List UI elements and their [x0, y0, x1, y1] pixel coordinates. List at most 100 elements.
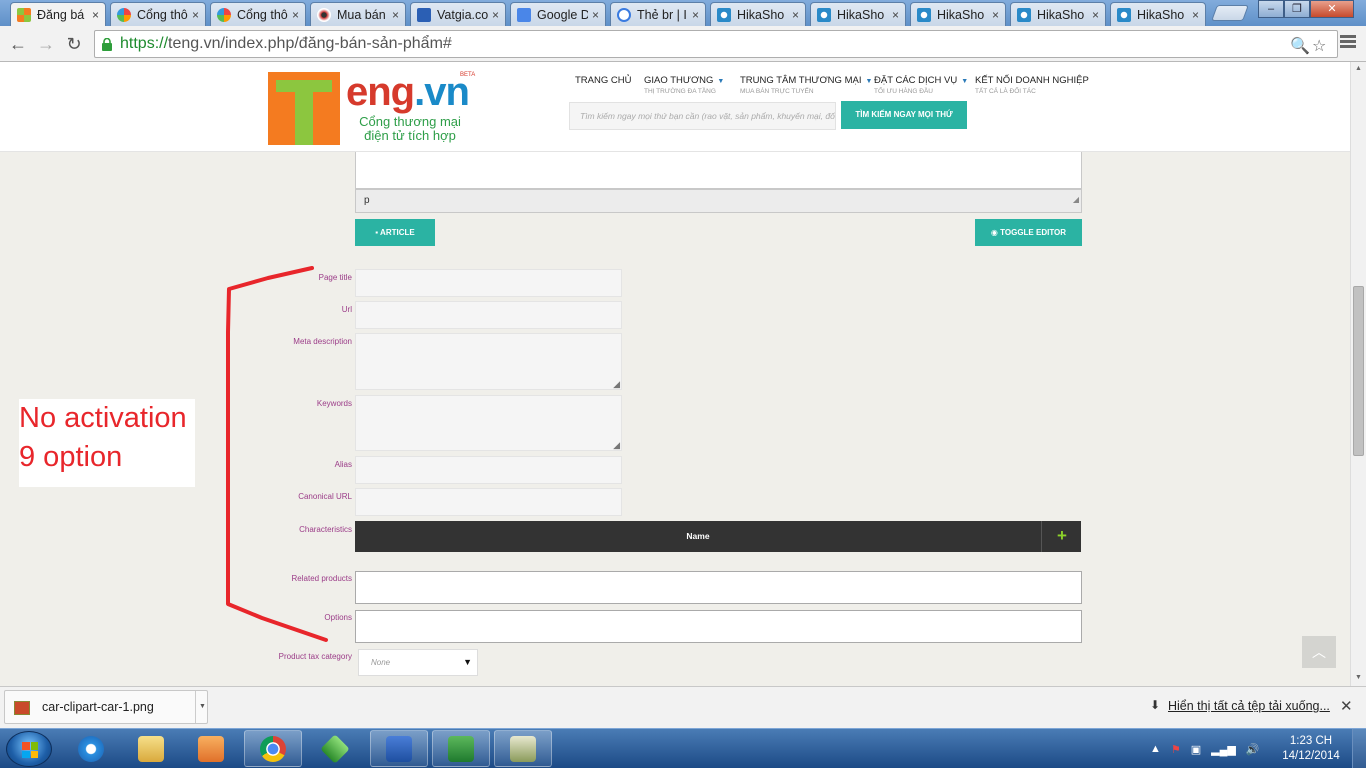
start-button[interactable]	[6, 731, 52, 767]
tab-close-icon[interactable]: ×	[892, 8, 899, 22]
tab-close-icon[interactable]: ×	[1092, 8, 1099, 22]
minimize-button[interactable]: –	[1258, 0, 1284, 18]
tab-cong-thuong-2[interactable]: Cổng thô ×	[210, 2, 306, 26]
system-tray: ▲ ⚑ ▣ ▂▄▆ 🔊	[1150, 729, 1260, 768]
close-downloads-bar-icon[interactable]: ✕	[1340, 697, 1353, 715]
downloads-bar: car-clipart-car-1.png ▼ ⬇ Hiển thị tất c…	[0, 686, 1366, 728]
back-arrow-icon[interactable]: ←	[6, 32, 30, 56]
scrollbar-thumb[interactable]	[1353, 286, 1364, 456]
tab-close-icon[interactable]: ×	[392, 8, 399, 22]
word-icon	[386, 735, 412, 762]
annotation-line-1: No activation	[19, 402, 187, 434]
close-window-button[interactable]: ✕	[1310, 0, 1354, 18]
teng-favicon-icon	[17, 7, 31, 22]
red-bracket-annotation	[226, 266, 328, 642]
tab-google-dich[interactable]: Google D ×	[510, 2, 606, 26]
tab-title: HikaSho	[1137, 7, 1185, 22]
show-hidden-icons-icon[interactable]: ▲	[1150, 743, 1161, 755]
show-desktop-button[interactable]	[1352, 729, 1366, 768]
media-player-icon	[198, 735, 224, 762]
tab-close-icon[interactable]: ×	[692, 8, 699, 22]
taskbar-chrome[interactable]	[244, 730, 302, 767]
hikashop-favicon-icon	[1017, 7, 1031, 22]
excel-icon	[448, 735, 474, 762]
tab-vatgia[interactable]: Vatgia.co ×	[410, 2, 506, 26]
windows-taskbar: ▲ ⚑ ▣ ▂▄▆ 🔊 1:23 CH 14/12/2014	[0, 728, 1366, 768]
scroll-up-icon[interactable]: ▲	[1355, 65, 1362, 72]
download-manager-icon	[320, 733, 350, 764]
zoom-icon[interactable]: 🔍	[1290, 36, 1310, 56]
signal-icon[interactable]: ▂▄▆	[1211, 743, 1236, 756]
network-error-icon[interactable]: ⚑	[1171, 743, 1181, 756]
chrome-menu-icon[interactable]	[1340, 35, 1356, 51]
tab-hikashop-3[interactable]: HikaSho ×	[910, 2, 1006, 26]
taskbar-idm[interactable]	[306, 730, 364, 767]
tab-mua-ban[interactable]: Mua bán ×	[310, 2, 406, 26]
internet-explorer-icon	[78, 735, 104, 762]
taskbar-excel[interactable]	[432, 730, 490, 767]
volume-icon[interactable]: 🔊	[1246, 743, 1260, 756]
maximize-button[interactable]: ❐	[1284, 0, 1310, 18]
hikashop-favicon-icon	[817, 7, 831, 22]
window-controls: – ❐ ✕	[1258, 0, 1354, 18]
taskbar-tool[interactable]	[494, 730, 552, 767]
tab-title: HikaSho	[837, 7, 885, 22]
tab-dang-ban[interactable]: Đăng bá ×	[10, 2, 106, 26]
taskbar-word[interactable]	[370, 730, 428, 767]
page-scrollbar[interactable]: ▲ ▼	[1350, 62, 1366, 686]
chrome-icon	[260, 735, 286, 762]
lock-icon	[102, 38, 112, 51]
tab-the-br[interactable]: Thẻ br | I ×	[610, 2, 706, 26]
url-path: teng.vn/index.php/đăng-bán-sản-phẩm#	[168, 35, 452, 52]
g-favicon-icon	[617, 7, 631, 22]
joomla-favicon-icon	[117, 7, 131, 22]
clock-date: 14/12/2014	[1282, 750, 1340, 762]
address-bar[interactable]: https://teng.vn/index.php/đăng-bán-sản-p…	[94, 30, 1338, 58]
taskbar-media-player[interactable]	[182, 730, 240, 767]
download-menu-icon[interactable]: ▼	[195, 691, 209, 723]
taskbar-clock[interactable]: 1:23 CH 14/12/2014	[1278, 734, 1344, 764]
scroll-down-icon[interactable]: ▼	[1355, 674, 1362, 681]
tab-close-icon[interactable]: ×	[492, 8, 499, 22]
tab-title: Đăng bá	[37, 7, 85, 22]
tab-title: Google D	[537, 7, 588, 22]
tab-cong-thuong-1[interactable]: Cổng thô ×	[110, 2, 206, 26]
tab-title: Cổng thô	[237, 7, 288, 22]
taskbar-file-explorer[interactable]	[122, 730, 180, 767]
forward-arrow-icon[interactable]: →	[34, 32, 58, 56]
tab-close-icon[interactable]: ×	[992, 8, 999, 22]
tab-hikashop-2[interactable]: HikaSho ×	[810, 2, 906, 26]
download-file-name: car-clipart-car-1.png	[42, 700, 154, 714]
taskbar-internet-explorer[interactable]	[62, 730, 120, 767]
tab-close-icon[interactable]: ×	[792, 8, 799, 22]
tab-title: Thẻ br | I	[637, 7, 687, 22]
tab-close-icon[interactable]: ×	[192, 8, 199, 22]
back-to-top-button[interactable]: ︿	[1302, 636, 1336, 668]
tab-hikashop-1[interactable]: HikaSho ×	[710, 2, 806, 26]
tab-close-icon[interactable]: ×	[92, 8, 99, 22]
tab-title: HikaSho	[737, 7, 785, 22]
tab-close-icon[interactable]: ×	[1192, 8, 1199, 22]
tab-title: HikaSho	[1037, 7, 1085, 22]
editor-app-icon	[510, 735, 536, 762]
tab-title: Cổng thô	[137, 7, 188, 22]
eye-favicon-icon	[317, 7, 331, 22]
download-item[interactable]: car-clipart-car-1.png ▼	[4, 690, 208, 724]
image-file-icon	[14, 701, 30, 715]
new-tab-button[interactable]	[1211, 5, 1249, 21]
tab-hikashop-4[interactable]: HikaSho ×	[1010, 2, 1106, 26]
page-viewport: eng.vn BETA Cổng thương mại điện tử tích…	[0, 62, 1350, 686]
tab-title: Mua bán	[337, 7, 386, 22]
url-scheme: https://	[120, 35, 169, 52]
bookmark-star-icon[interactable]: ☆	[1312, 36, 1326, 56]
usb-icon[interactable]: ▣	[1191, 743, 1201, 756]
show-all-downloads-link[interactable]: Hiển thị tất cả tệp tải xuống...	[1168, 699, 1330, 713]
reload-icon[interactable]: ↻	[62, 32, 86, 56]
tab-close-icon[interactable]: ×	[292, 8, 299, 22]
download-arrow-icon: ⬇	[1150, 698, 1161, 712]
hikashop-favicon-icon	[917, 7, 931, 22]
tab-close-icon[interactable]: ×	[592, 8, 599, 22]
hikashop-favicon-icon	[717, 7, 731, 22]
tab-strip: Đăng bá × Cổng thô × Cổng thô × Mua bán …	[0, 0, 1366, 26]
tab-hikashop-5[interactable]: HikaSho ×	[1110, 2, 1206, 26]
